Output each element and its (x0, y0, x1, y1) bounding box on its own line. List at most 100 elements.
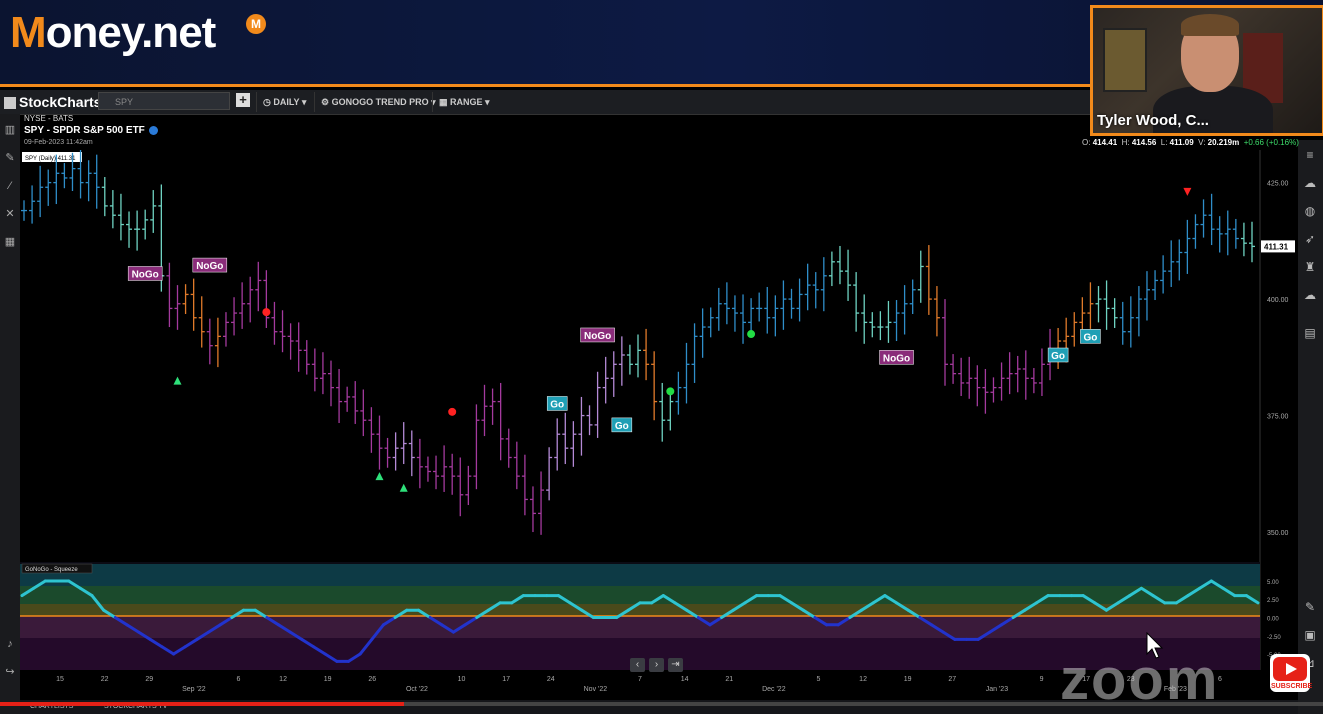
cloud-icon[interactable]: ☁ (1303, 288, 1317, 302)
globe-icon[interactable]: ◍ (1303, 204, 1317, 218)
logo-badge-icon: M (246, 14, 266, 34)
red-dot-marker (448, 407, 457, 416)
signal-label: NoGo (879, 350, 914, 365)
x-tick-label: 17 (502, 676, 510, 683)
price-tick-label: 375.00 (1267, 414, 1289, 421)
alert-icon[interactable]: ♪ (4, 638, 16, 650)
price-panel-bg (20, 150, 1260, 560)
video-progress-bar[interactable] (0, 702, 1323, 706)
signal-label-text: Go (615, 421, 629, 432)
brush-icon[interactable]: ⁄ (4, 180, 16, 192)
price-tick-label: 350.00 (1267, 530, 1289, 537)
indicator-dropdown[interactable]: ⚙ GONOGO TREND PRO ▾ (314, 92, 436, 112)
signal-label: NoGo (192, 257, 228, 273)
x-tick-label: Oct '22 (406, 686, 428, 693)
signal-label: Go (611, 417, 633, 433)
info-icon[interactable] (148, 125, 158, 135)
scroll-left-button[interactable]: ‹ (630, 658, 645, 672)
signal-label-text: Go (1051, 351, 1065, 362)
osc-band-mid (20, 604, 1260, 616)
youtube-play-icon (1273, 657, 1307, 681)
signal-label-text: Go (550, 399, 564, 410)
x-tick-label: 10 (458, 676, 466, 683)
document-icon[interactable]: ▤ (1303, 326, 1317, 340)
signal-label: Go (546, 396, 568, 411)
x-tick-label: 26 (368, 676, 376, 683)
x-tick-label: 24 (547, 676, 555, 683)
last-price-text: 411.31 (1264, 242, 1289, 251)
osc-y-ticks: 5.002.500.00-2.50-5.00 (1267, 580, 1281, 659)
legend-tag: SPY (Daily) 411.31 (25, 156, 76, 162)
green-dot-marker (747, 330, 756, 339)
signal-label-text: NoGo (132, 269, 159, 280)
osc-tick-label: -2.50 (1267, 635, 1281, 641)
presenter-name: Tyler Wood, C... (1097, 112, 1209, 129)
paint-icon[interactable]: ✎ (4, 152, 16, 164)
signal-label-text: Go (1083, 332, 1097, 343)
x-tick-label: 12 (859, 676, 867, 683)
osc-band-top (20, 564, 1260, 586)
webcam-video: Tyler Wood, C... (1090, 5, 1323, 136)
background-window (1103, 28, 1147, 92)
last-price-tag: 411.31 (1261, 240, 1295, 253)
osc-tick-label: 5.00 (1267, 580, 1279, 586)
rocket-icon[interactable]: ➶ (1303, 232, 1317, 246)
crosshair-icon[interactable]: ✕ (4, 208, 16, 220)
osc-title: GoNoGo - Squeeze (25, 567, 78, 573)
signal-label-text: NoGo (196, 261, 223, 272)
osc-tick-label: 2.50 (1267, 598, 1279, 604)
x-tick-label: Sep '22 (182, 686, 206, 693)
signal-label-text: NoGo (883, 353, 910, 364)
scroll-end-button[interactable]: ⇥ (668, 658, 683, 672)
stockcharts-toolbar: StockCharts SPY + ◷ DAILY ▾ ⚙ GONOGO TRE… (0, 90, 1090, 115)
x-tick-label: 6 (237, 676, 241, 683)
left-toolbar: ▥ ✎ ⁄ ✕ ▦ ♪ ↪ (0, 114, 20, 714)
youtube-subscribe-button[interactable]: SUBSCRIBE (1270, 654, 1312, 692)
x-tick-label: 29 (145, 676, 153, 683)
period-dropdown[interactable]: ◷ DAILY ▾ (256, 92, 306, 112)
x-tick-label: 7 (638, 676, 642, 683)
cloud-upload-icon[interactable]: ☁ (1303, 176, 1317, 190)
pencil-icon[interactable]: ✎ (1303, 600, 1317, 614)
calendar-icon: ▦ (439, 97, 451, 107)
osc-tick-label: 0.00 (1267, 617, 1279, 623)
grid-icon[interactable]: ▦ (4, 236, 16, 248)
stockcharts-logo-icon (4, 97, 16, 110)
trophy-icon[interactable]: ♜ (1303, 260, 1317, 274)
red-dot-marker (262, 308, 271, 317)
scroll-right-button[interactable]: › (649, 658, 664, 672)
x-tick-label: 15 (56, 676, 64, 683)
timestamp-label: 09-Feb-2023 11:42am (24, 139, 93, 146)
x-tick-label: 5 (817, 676, 821, 683)
presenter-hair (1181, 14, 1239, 36)
share-icon[interactable]: ↪ (4, 666, 16, 678)
settings-sliders-icon[interactable]: ≡ (1303, 148, 1317, 162)
price-tick-label: 400.00 (1267, 297, 1289, 304)
x-tick-label: 9 (1040, 676, 1044, 683)
add-chart-button[interactable]: + (236, 93, 250, 107)
x-tick-label: 19 (324, 676, 332, 683)
x-tick-label: 27 (948, 676, 956, 683)
exchange-label: NYSE - BATS (24, 114, 74, 123)
chart-type-icon[interactable]: ▥ (4, 124, 16, 136)
x-tick-label: 12 (279, 676, 287, 683)
chart-settings-icon: ⚙ (321, 97, 332, 107)
stockcharts-logo[interactable]: StockCharts (4, 94, 101, 110)
green-dot-marker (666, 387, 675, 396)
ohlc-readout: O: 414.41 H: 414.56 L: 411.09 V: 20.219m… (1082, 138, 1299, 147)
x-tick-label: Jan '23 (986, 686, 1008, 693)
clock-icon: ◷ (263, 97, 274, 107)
signal-label-text: NoGo (584, 331, 611, 342)
range-dropdown[interactable]: ▦ RANGE ▾ (432, 92, 490, 112)
x-tick-label: 22 (101, 676, 109, 683)
money-net-logo: Money.net (10, 8, 216, 57)
price-chart[interactable]: SPY (Daily) 411.31 425.00 400.00 375.00 350… (20, 150, 1298, 700)
symbol-search-input[interactable]: SPY (98, 92, 230, 110)
signal-label: NoGo (580, 327, 615, 343)
signal-label: Go (1080, 329, 1101, 344)
price-tick-label: 425.00 (1267, 181, 1289, 188)
right-toolbar: ≡ ☁ ◍ ➶ ♜ ☁ ▤ ✎ ▣ ⊿ (1298, 140, 1323, 714)
video-progress-fill (0, 702, 404, 706)
calculator-icon[interactable]: ▣ (1303, 628, 1317, 642)
x-tick-label: Dec '22 (762, 686, 786, 693)
